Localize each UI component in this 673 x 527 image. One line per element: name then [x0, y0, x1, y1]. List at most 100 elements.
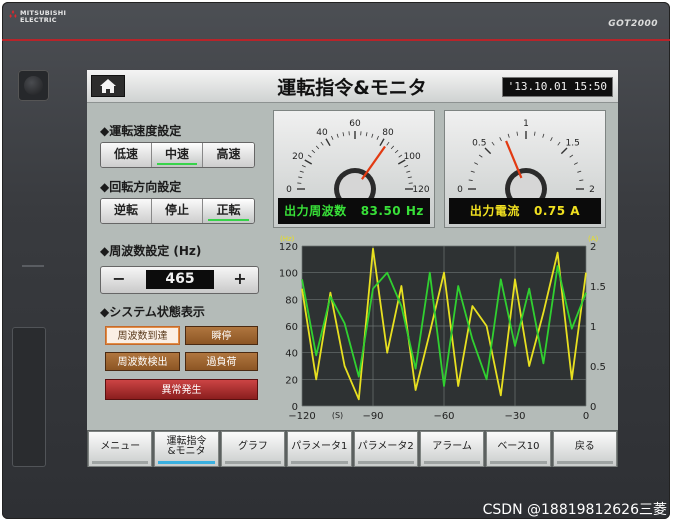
- menu-button-graph[interactable]: グラフ: [220, 431, 286, 467]
- current-meter-label-box: 出力電流 0.75 A: [449, 198, 601, 224]
- chart-y-right-axis-label: (A): [588, 235, 599, 243]
- chart-y-right-tick-label: 2: [590, 242, 596, 253]
- frequency-decrement-button[interactable]: −: [101, 267, 137, 293]
- bottom-menu-bar: メニュー 運転指令 &モニタ グラフ パラメータ1 パラメータ2 アラーム ベー…: [87, 430, 618, 467]
- chart-x-axis-label: (S): [332, 411, 343, 420]
- frequency-gauge-tick: [325, 138, 331, 147]
- current-meter: 0 0.5 1 1.5 2 出力電流 0.75 A: [444, 110, 606, 228]
- system-status-heading: ◆システム状態表示: [100, 305, 205, 319]
- menu-button-base10[interactable]: ベース10: [486, 431, 551, 467]
- chart-x-tick-label: −120: [288, 411, 315, 422]
- chart-y-left-tick-label: 80: [285, 295, 298, 306]
- frequency-gauge-tick: [298, 176, 303, 179]
- frequency-gauge-tick: [371, 133, 374, 138]
- frequency-gauge-tick: [390, 145, 395, 150]
- current-gauge-tick-label: 2: [589, 185, 595, 195]
- speed-mid-button[interactable]: 中速: [152, 143, 203, 167]
- current-gauge-tick: [474, 162, 479, 165]
- chart-y-left-tick-label: 120: [279, 242, 298, 253]
- current-gauge-tick: [550, 137, 553, 142]
- current-gauge-tick: [560, 147, 568, 155]
- frequency-meter-reading: 83.50 Hz: [360, 204, 424, 218]
- chart-x-tick-label: −90: [362, 411, 383, 422]
- frequency-gauge-tick: [336, 133, 339, 138]
- frequency-gauge-tick: [307, 154, 312, 158]
- speed-selector: 低速 中速 高速: [100, 142, 255, 168]
- current-gauge-tick: [491, 141, 495, 146]
- frequency-gauge-tick: [379, 138, 385, 147]
- current-gauge-tick: [516, 131, 518, 136]
- status-lamp-instant-stop: 瞬停: [185, 326, 258, 345]
- frequency-gauge-tick-label: 60: [349, 119, 361, 129]
- menu-button-operation-monitor[interactable]: 運転指令 &モニタ: [154, 431, 219, 467]
- direction-forward-button[interactable]: 正転: [203, 199, 254, 223]
- frequency-gauge-tick: [301, 165, 306, 168]
- speed-high-button[interactable]: 高速: [203, 143, 254, 167]
- status-lamp-overload: 過負荷: [185, 352, 258, 371]
- direction-stop-button[interactable]: 停止: [152, 199, 203, 223]
- chart-y-right-tick-label: 1.5: [590, 282, 606, 293]
- home-icon: [100, 79, 116, 93]
- card-slot-cover: [12, 327, 46, 467]
- current-gauge-tick: [484, 147, 492, 155]
- current-gauge-tick-label: 1.5: [566, 138, 580, 148]
- current-gauge-tick: [542, 133, 545, 138]
- frequency-gauge-tick: [406, 170, 411, 173]
- chart-y-right-tick-label: 0: [590, 402, 596, 413]
- frequency-gauge-tick-label: 0: [286, 185, 292, 195]
- current-gauge-tick-label: 1: [523, 119, 529, 129]
- menu-button-parameter2[interactable]: パラメータ2: [353, 431, 418, 467]
- menu-button-parameter1[interactable]: パラメータ1: [287, 431, 352, 467]
- menu-button-alarm[interactable]: アラーム: [419, 431, 485, 467]
- frequency-gauge-tick-label: 100: [404, 152, 421, 162]
- page-title: 運転指令&モニタ: [277, 77, 427, 99]
- current-gauge-tick-label: 0: [457, 185, 463, 195]
- title-bar: 運転指令&モニタ '13.10.01 15:50: [87, 70, 618, 103]
- hmi-device-bezel: MITSUBISHI ELECTRIC GOT2000 運転指令&モニタ '13.…: [2, 2, 670, 519]
- direction-reverse-button[interactable]: 逆転: [101, 199, 152, 223]
- frequency-gauge-tick: [304, 159, 313, 165]
- frequency-gauge-tick-label: 80: [382, 128, 394, 138]
- hardware-button[interactable]: [18, 70, 49, 101]
- frequency-gauge-tick: [365, 132, 368, 137]
- speed-low-button[interactable]: 低速: [101, 143, 152, 167]
- datetime-display: '13.10.01 15:50: [501, 77, 613, 97]
- current-gauge-tick: [573, 162, 578, 165]
- chart-y-right-tick-label: 0.5: [590, 362, 606, 373]
- current-meter-label: 出力電流: [469, 204, 520, 218]
- status-lamp-freq-detected: 周波数検出: [105, 352, 180, 371]
- frequency-value-input[interactable]: 465: [146, 270, 214, 289]
- model-name: GOT2000: [608, 19, 658, 29]
- current-gauge-tick: [478, 154, 483, 158]
- hardware-button-knob: [24, 76, 43, 95]
- current-gauge-tick: [534, 131, 536, 136]
- current-gauge-tick: [557, 141, 561, 146]
- frequency-gauge-tick: [376, 135, 379, 140]
- menu-button-menu[interactable]: メニュー: [88, 431, 153, 467]
- chart-y-right-tick-label: 1: [590, 322, 596, 333]
- current-gauge-tick: [579, 179, 584, 181]
- frequency-gauge-tick: [331, 135, 334, 140]
- chart-y-left-tick-label: 100: [279, 269, 298, 280]
- menu-button-back[interactable]: 戻る: [552, 431, 617, 467]
- watermark-text: CSDN @18819812626三菱: [482, 502, 667, 518]
- current-gauge-tick: [569, 154, 574, 158]
- frequency-meter-label-box: 出力周波数 83.50 Hz: [278, 198, 430, 224]
- frequency-gauge-tick-label: 20: [292, 152, 304, 162]
- direction-selector: 逆転 停止 正転: [100, 198, 255, 224]
- chart-y-left-tick-label: 40: [285, 349, 298, 360]
- frequency-gauge-tick: [320, 141, 324, 146]
- frequency-gauge-tick: [386, 141, 390, 146]
- frequency-gauge-tick-label: 120: [412, 185, 429, 195]
- frequency-increment-button[interactable]: +: [222, 267, 258, 293]
- brand-line2: ELECTRIC: [20, 16, 57, 24]
- current-gauge-tick: [507, 133, 510, 138]
- chart-y-left-tick-label: 60: [285, 322, 298, 333]
- frequency-gauge-tick: [404, 165, 409, 168]
- home-button[interactable]: [91, 75, 125, 97]
- frequency-gauge-tick: [299, 170, 304, 173]
- current-gauge: 0 0.5 1 1.5 2: [457, 119, 595, 201]
- current-gauge-tick: [499, 137, 502, 142]
- current-meter-reading: 0.75 A: [533, 204, 581, 218]
- chart-x-tick-label: −30: [504, 411, 525, 422]
